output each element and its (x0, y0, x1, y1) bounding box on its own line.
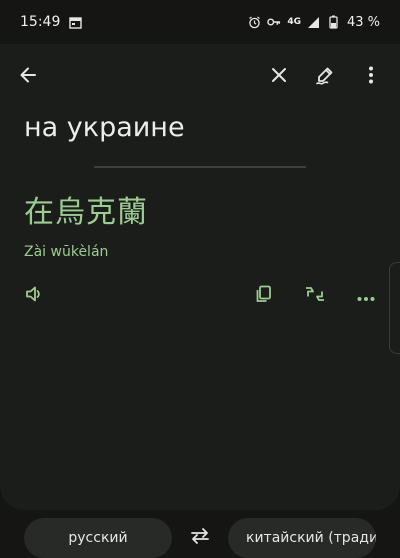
side-panel-handle[interactable] (389, 262, 400, 354)
clear-button[interactable] (262, 60, 296, 94)
more-actions-button[interactable] (350, 280, 382, 312)
translated-text: 在烏克蘭 (24, 195, 148, 230)
toolbar (0, 52, 400, 102)
more-options-button[interactable] (354, 60, 388, 94)
romanization: Zài wūkèlán (24, 244, 109, 260)
close-icon (271, 67, 287, 87)
source-language-label: русский (68, 530, 128, 546)
source-text[interactable]: на украине (24, 112, 185, 143)
copy-button[interactable] (248, 280, 280, 312)
swap-languages-button[interactable] (184, 524, 216, 552)
signal-icon (307, 15, 321, 29)
status-bar: 15:49 4G 43 % (0, 0, 400, 44)
divider (94, 166, 306, 168)
battery-icon (327, 15, 341, 29)
handwriting-icon (315, 65, 335, 89)
back-button[interactable] (11, 60, 45, 94)
result-actions (0, 280, 400, 312)
alarm-icon (247, 15, 261, 29)
copy-icon (254, 284, 274, 308)
status-time: 15:49 (20, 14, 61, 30)
more-horiz-icon (356, 287, 376, 306)
battery-level: 43 % (346, 14, 380, 30)
feedback-button[interactable] (299, 280, 331, 312)
speaker-icon (24, 284, 44, 308)
key-icon (267, 15, 281, 29)
arrow-left-icon (18, 65, 38, 89)
language-bar: русский китайский (традиционный) (0, 518, 400, 558)
swap-icon (189, 527, 211, 549)
handwriting-button[interactable] (308, 60, 342, 94)
listen-button[interactable] (18, 280, 50, 312)
source-language-button[interactable]: русский (24, 518, 172, 558)
translation-card: на украине 在烏克蘭 Zài wūkèlán (0, 44, 400, 510)
network-type: 4G (287, 17, 301, 27)
more-vert-icon (368, 65, 374, 89)
target-language-label: китайский (традиционный) (246, 530, 376, 546)
feedback-icon (303, 284, 327, 308)
target-language-button[interactable]: китайский (традиционный) (228, 518, 376, 558)
calendar-icon (68, 15, 82, 29)
